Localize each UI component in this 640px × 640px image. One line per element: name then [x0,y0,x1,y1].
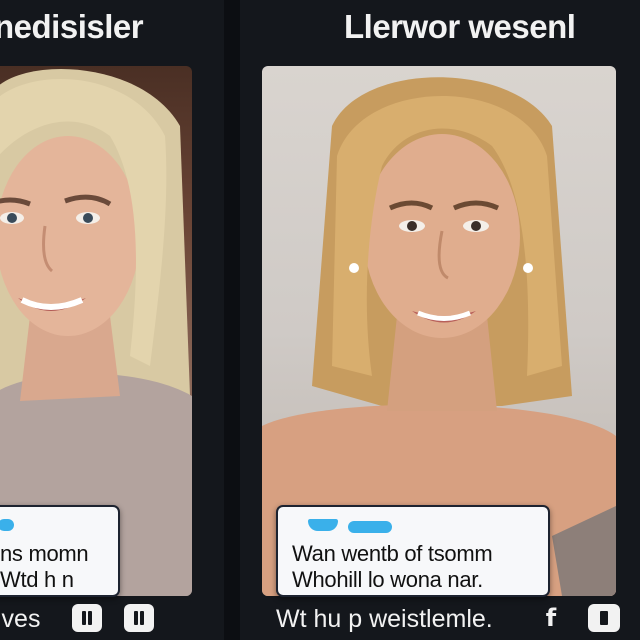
stop-icon [600,611,608,625]
stop-button[interactable] [588,604,620,632]
pause-button-2[interactable] [124,604,154,632]
left-panel-title: nedisisler [0,8,144,45]
right-caption-card[interactable]: Wan wentb of tsomm Whohill lo wona nar. [276,505,550,597]
right-panel-title: Llerwor wesenl [344,8,576,45]
caption-accent-shape [308,519,338,531]
left-caption-prefix: Wtd [0,567,39,592]
pause-icon [80,611,94,625]
panel-divider [224,0,240,640]
comparison-screen: nedisisler Llerwor wesenl ns momn Wtd h … [0,0,640,640]
caption-accent-pill [348,521,392,533]
left-bottom-label: lves [0,605,41,633]
pause-icon [132,611,146,625]
left-caption-line-2-text: h n [44,567,74,592]
pause-button-1[interactable] [72,604,102,632]
right-caption-line-2: Whohill lo wona nar. [292,567,483,592]
right-caption-line-1: Wan wentb of tsomm [292,541,493,566]
facebook-button[interactable]: f [540,604,562,632]
right-bottom-label: Wt hu p weistlemle. [276,605,493,633]
left-caption-line-2: Wtd h n [0,567,74,593]
left-caption-card[interactable]: ns momn Wtd h n [0,505,120,597]
left-caption-line-1: ns momn [0,541,89,566]
facebook-icon: f [545,604,557,632]
caption-accent-pill [0,519,14,531]
